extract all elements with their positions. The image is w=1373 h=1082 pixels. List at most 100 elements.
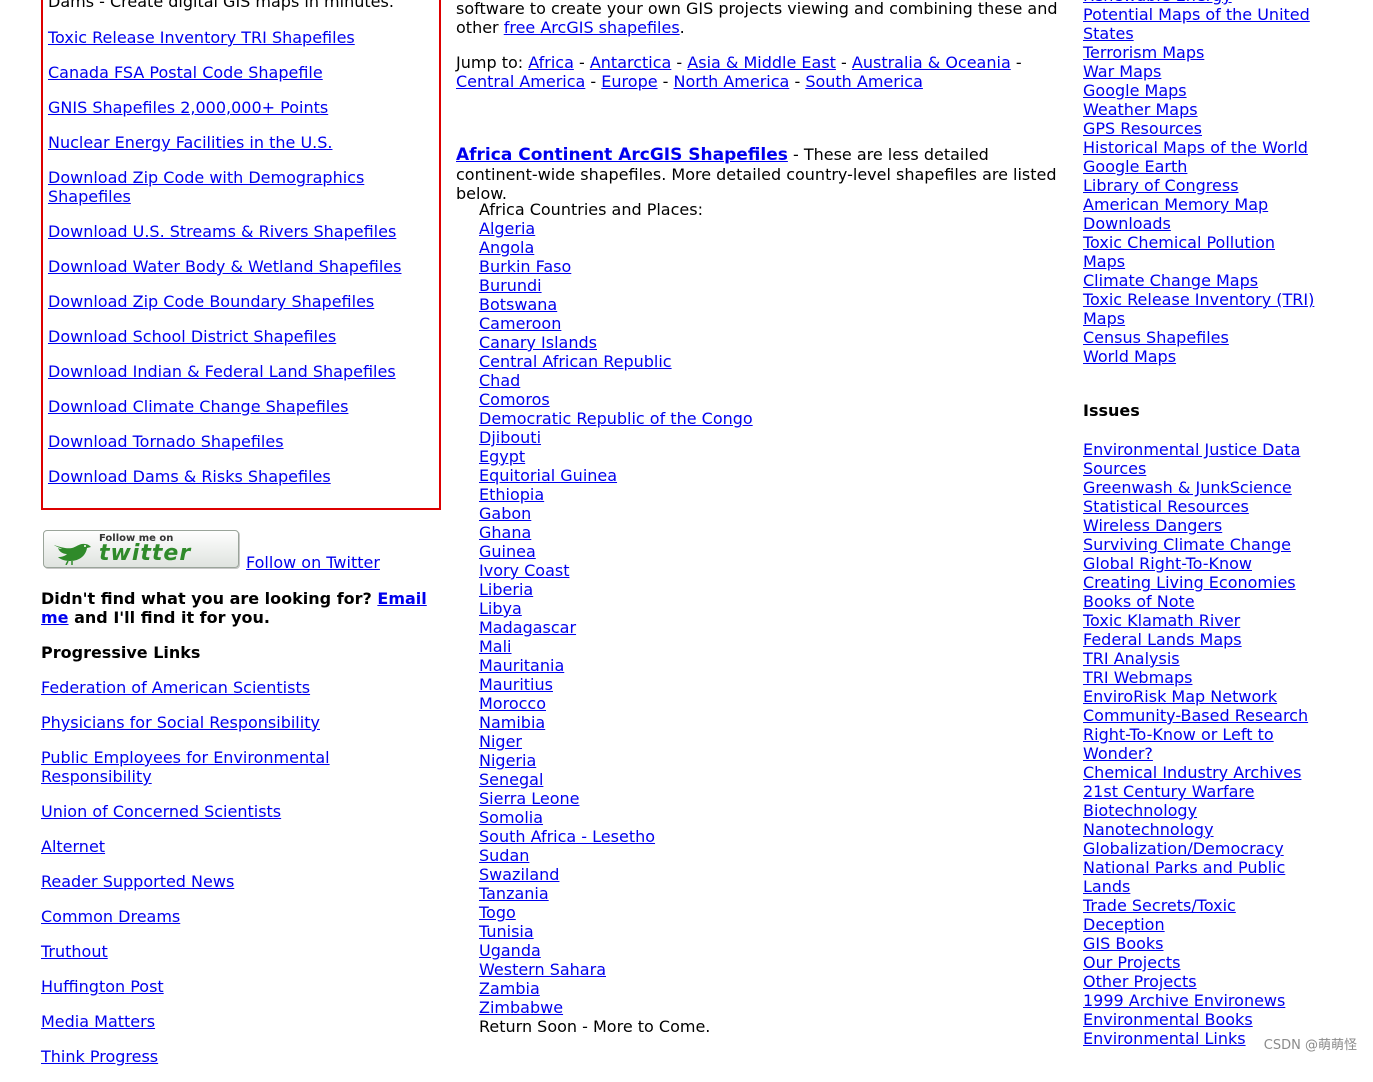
progressive-link-union-of-concerned-scientists[interactable]: Union of Concerned Scientists: [41, 802, 281, 821]
country-link-somolia[interactable]: Somolia: [479, 808, 543, 827]
country-link-botswana[interactable]: Botswana: [479, 295, 557, 314]
progressive-link-common-dreams[interactable]: Common Dreams: [41, 907, 180, 926]
resource-link-american-memory-map-downloads[interactable]: American Memory Map Downloads: [1083, 195, 1268, 233]
progressive-link-federation-of-american-scientists[interactable]: Federation of American Scientists: [41, 678, 310, 697]
progressive-link-truthout[interactable]: Truthout: [41, 942, 108, 961]
jump-link-north-america[interactable]: North America: [674, 72, 790, 91]
country-link-burundi[interactable]: Burundi: [479, 276, 542, 295]
shapefile-link-download-zip-code-boundary-shapefiles[interactable]: Download Zip Code Boundary Shapefiles: [48, 292, 374, 311]
country-link-angola[interactable]: Angola: [479, 238, 534, 257]
country-link-gabon[interactable]: Gabon: [479, 504, 531, 523]
country-link-ethiopia[interactable]: Ethiopia: [479, 485, 544, 504]
issue-link-statistical-resources[interactable]: Statistical Resources: [1083, 497, 1249, 516]
country-link-liberia[interactable]: Liberia: [479, 580, 533, 599]
issue-link-gis-books[interactable]: GIS Books: [1083, 934, 1164, 953]
progressive-link-reader-supported-news[interactable]: Reader Supported News: [41, 872, 234, 891]
resource-link-historical-maps-of-the-world[interactable]: Historical Maps of the World: [1083, 138, 1308, 157]
country-link-morocco[interactable]: Morocco: [479, 694, 546, 713]
jump-link-europe[interactable]: Europe: [601, 72, 657, 91]
country-link-mauritania[interactable]: Mauritania: [479, 656, 564, 675]
country-link-guinea[interactable]: Guinea: [479, 542, 536, 561]
country-link-madagascar[interactable]: Madagascar: [479, 618, 576, 637]
country-link-swaziland[interactable]: Swaziland: [479, 865, 559, 884]
issue-link-nanotechnology[interactable]: Nanotechnology: [1083, 820, 1214, 839]
issue-link-greenwash-junkscience[interactable]: Greenwash & JunkScience: [1083, 478, 1292, 497]
country-link-south-africa-lesetho[interactable]: South Africa - Lesetho: [479, 827, 655, 846]
issue-link-chemical-industry-archives[interactable]: Chemical Industry Archives: [1083, 763, 1301, 782]
issue-link-wireless-dangers[interactable]: Wireless Dangers: [1083, 516, 1222, 535]
issue-link-federal-lands-maps[interactable]: Federal Lands Maps: [1083, 630, 1242, 649]
country-link-djibouti[interactable]: Djibouti: [479, 428, 541, 447]
issue-link-toxic-klamath-river[interactable]: Toxic Klamath River: [1083, 611, 1240, 630]
issue-link-trade-secrets-toxic-deception[interactable]: Trade Secrets/Toxic Deception: [1083, 896, 1236, 934]
resource-link-weather-maps[interactable]: Weather Maps: [1083, 100, 1198, 119]
resource-link-potential-maps-of-the-united-states[interactable]: Potential Maps of the United States: [1083, 5, 1310, 43]
country-link-egypt[interactable]: Egypt: [479, 447, 525, 466]
shapefile-link-download-u-s-streams-rivers-shapefiles[interactable]: Download U.S. Streams & Rivers Shapefile…: [48, 222, 396, 241]
issue-link-biotechnology[interactable]: Biotechnology: [1083, 801, 1197, 820]
progressive-link-huffington-post[interactable]: Huffington Post: [41, 977, 164, 996]
shapefile-link-gnis-shapefiles-2-000-000-points[interactable]: GNIS Shapefiles 2,000,000+ Points: [48, 98, 328, 117]
shapefile-link-download-school-district-shapefiles[interactable]: Download School District Shapefiles: [48, 327, 336, 346]
issue-link-globalization-democracy[interactable]: Globalization/Democracy: [1083, 839, 1284, 858]
shapefile-link-download-dams-risks-shapefiles[interactable]: Download Dams & Risks Shapefiles: [48, 467, 331, 486]
issue-link-environmental-books[interactable]: Environmental Books: [1083, 1010, 1253, 1029]
issue-link-21st-century-warfare[interactable]: 21st Century Warfare: [1083, 782, 1254, 801]
issue-link-envirorisk-map-network[interactable]: EnviroRisk Map Network: [1083, 687, 1277, 706]
country-link-nigeria[interactable]: Nigeria: [479, 751, 536, 770]
jump-link-asia-middle-east[interactable]: Asia & Middle East: [687, 53, 836, 72]
issue-link-our-projects[interactable]: Our Projects: [1083, 953, 1180, 972]
twitter-follow-badge[interactable]: Follow me on twitter: [43, 530, 239, 568]
country-link-sudan[interactable]: Sudan: [479, 846, 529, 865]
progressive-link-public-employees-for-environmental-responsibility[interactable]: Public Employees for Environmental Respo…: [41, 748, 330, 786]
issue-link-books-of-note[interactable]: Books of Note: [1083, 592, 1195, 611]
resource-link-world-maps[interactable]: World Maps: [1083, 347, 1176, 366]
resource-link-google-maps[interactable]: Google Maps: [1083, 81, 1187, 100]
resource-link-war-maps[interactable]: War Maps: [1083, 62, 1161, 81]
africa-continent-shapefiles-link[interactable]: Africa Continent ArcGIS Shapefiles: [456, 145, 788, 165]
country-link-canary-islands[interactable]: Canary Islands: [479, 333, 597, 352]
progressive-link-think-progress[interactable]: Think Progress: [41, 1047, 158, 1066]
shapefile-link-download-climate-change-shapefiles[interactable]: Download Climate Change Shapefiles: [48, 397, 348, 416]
resource-link-census-shapefiles[interactable]: Census Shapefiles: [1083, 328, 1229, 347]
jump-link-australia-oceania[interactable]: Australia & Oceania: [852, 53, 1011, 72]
issue-link-creating-living-economies[interactable]: Creating Living Economies: [1083, 573, 1296, 592]
country-link-namibia[interactable]: Namibia: [479, 713, 545, 732]
issue-link-environmental-justice-data-sources[interactable]: Environmental Justice Data Sources: [1083, 440, 1300, 478]
issue-link-tri-analysis[interactable]: TRI Analysis: [1083, 649, 1180, 668]
issue-link-other-projects[interactable]: Other Projects: [1083, 972, 1197, 991]
country-link-western-sahara[interactable]: Western Sahara: [479, 960, 606, 979]
issue-link-community-based-research[interactable]: Community-Based Research: [1083, 706, 1308, 725]
resource-link-climate-change-maps[interactable]: Climate Change Maps: [1083, 271, 1258, 290]
country-link-mauritius[interactable]: Mauritius: [479, 675, 553, 694]
free-arcgis-shapefiles-link[interactable]: free ArcGIS shapefiles: [504, 18, 680, 37]
country-link-equitorial-guinea[interactable]: Equitorial Guinea: [479, 466, 617, 485]
issue-link-national-parks-and-public-lands[interactable]: National Parks and Public Lands: [1083, 858, 1285, 896]
country-link-uganda[interactable]: Uganda: [479, 941, 541, 960]
country-link-cameroon[interactable]: Cameroon: [479, 314, 561, 333]
country-link-zimbabwe[interactable]: Zimbabwe: [479, 998, 563, 1017]
resource-link-gps-resources[interactable]: GPS Resources: [1083, 119, 1202, 138]
country-link-tunisia[interactable]: Tunisia: [479, 922, 534, 941]
country-link-ivory-coast[interactable]: Ivory Coast: [479, 561, 569, 580]
country-link-togo[interactable]: Togo: [479, 903, 516, 922]
country-link-senegal[interactable]: Senegal: [479, 770, 543, 789]
country-link-algeria[interactable]: Algeria: [479, 219, 535, 238]
resource-link-toxic-chemical-pollution-maps[interactable]: Toxic Chemical Pollution Maps: [1083, 233, 1275, 271]
country-link-tanzania[interactable]: Tanzania: [479, 884, 549, 903]
country-link-niger[interactable]: Niger: [479, 732, 522, 751]
country-link-comoros[interactable]: Comoros: [479, 390, 550, 409]
issue-link-environmental-links[interactable]: Environmental Links: [1083, 1029, 1246, 1048]
shapefile-link-nuclear-energy-facilities-in-the-u-s[interactable]: Nuclear Energy Facilities in the U.S.: [48, 133, 332, 152]
issue-link-global-right-to-know[interactable]: Global Right-To-Know: [1083, 554, 1252, 573]
resource-link-terrorism-maps[interactable]: Terrorism Maps: [1083, 43, 1204, 62]
progressive-link-physicians-for-social-responsibility[interactable]: Physicians for Social Responsibility: [41, 713, 320, 732]
country-link-libya[interactable]: Libya: [479, 599, 522, 618]
follow-on-twitter-link[interactable]: Follow on Twitter: [246, 553, 380, 572]
country-link-mali[interactable]: Mali: [479, 637, 512, 656]
shapefile-link-download-tornado-shapefiles[interactable]: Download Tornado Shapefiles: [48, 432, 284, 451]
issue-link-1999-archive-environews[interactable]: 1999 Archive Environews: [1083, 991, 1285, 1010]
country-link-zambia[interactable]: Zambia: [479, 979, 540, 998]
jump-link-antarctica[interactable]: Antarctica: [590, 53, 672, 72]
shapefile-link-canada-fsa-postal-code-shapefile[interactable]: Canada FSA Postal Code Shapefile: [48, 63, 323, 82]
